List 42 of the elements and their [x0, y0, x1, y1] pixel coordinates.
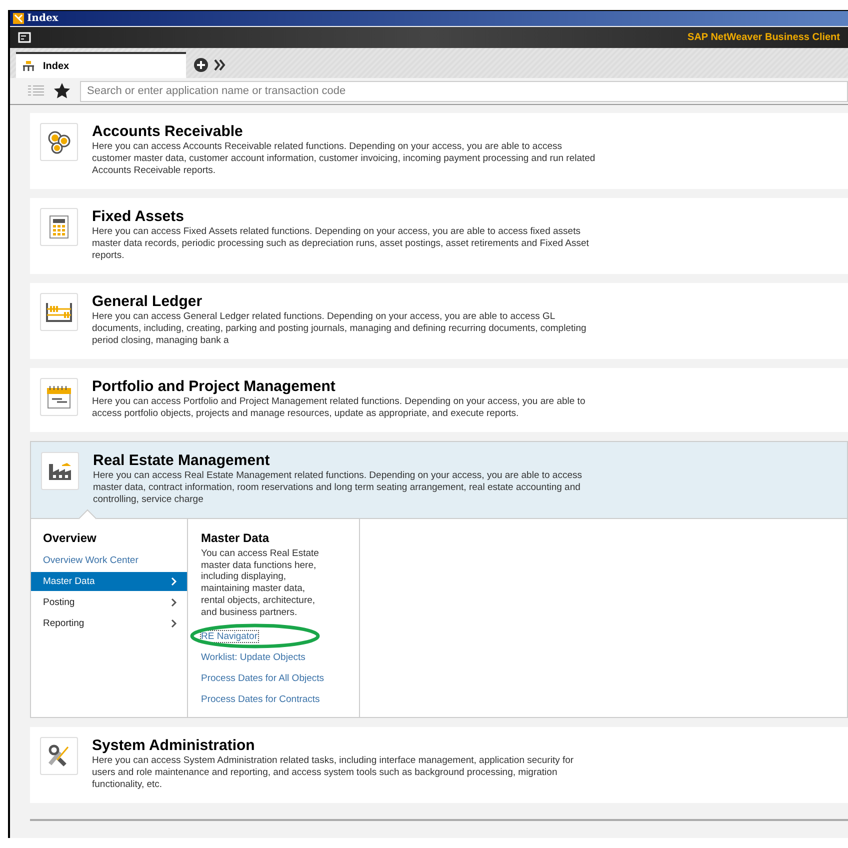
menu-item[interactable]: Reporting	[31, 614, 187, 633]
tools-icon	[47, 744, 71, 768]
area-title[interactable]: Real Estate Management	[93, 452, 598, 469]
star-icon[interactable]	[54, 83, 70, 99]
factory-icon	[47, 460, 73, 482]
coins-icon	[46, 129, 72, 155]
area-description: Here you can access Accounts Receivable related functions. Depending on your access, you are able to access customer master data, customer account information, customer invoicing, incoming payment processing and run related Accounts Receivable reports.	[92, 141, 596, 177]
area-title[interactable]: Portfolio and Project Management	[92, 378, 597, 395]
app-logo-icon	[13, 13, 24, 24]
area-description: Here you can access System Administration related tasks, including interface management, application security for users and role maintenance and reporting, and access system tools such as background processing, migration functionality, etc.	[92, 755, 575, 791]
detail-description: You can access Real Estate master data functions here, including displaying, maintaining master data, rental objects, architecture, and business partners.	[201, 548, 320, 618]
function-link[interactable]: Process Dates for All Objects	[201, 673, 324, 684]
add-tab-icon[interactable]	[194, 58, 208, 72]
menu-item[interactable]: Master Data	[31, 572, 187, 591]
area-description: Here you can access Real Estate Management related functions. Depending on your access, you are able to access master data, contract information, room reservations and long term seating arrangement, real estate accounting and controlling, service charge	[93, 470, 583, 506]
function-link[interactable]: Process Dates for Contracts	[201, 694, 320, 706]
area-title[interactable]: General Ledger	[92, 293, 597, 310]
calculator-icon	[49, 215, 69, 239]
tab[interactable]: Index	[16, 52, 186, 78]
chevron-right-icon	[171, 598, 177, 607]
area-title[interactable]: Fixed Assets	[92, 208, 597, 225]
area-title[interactable]: Accounts Receivable	[92, 123, 597, 140]
area-description: Here you can access Portfolio and Project Management related functions. Depending on your access, you are able to access portfolio objects, projects and manage resources, update as appropriate, and execute reports.	[92, 396, 586, 420]
double-chevron-icon[interactable]	[214, 59, 226, 71]
menu-item[interactable]: Overview Work Center	[31, 551, 187, 570]
area-description: Here you can access Fixed Assets related functions. Depending on your access, you are able to access fixed assets master data records, periodic processing such as depreciation runs, asset postings, asset retirements and Fixed Asset reports.	[92, 226, 590, 262]
area-description: Here you can access General Ledger related functions. Depending on your access, you are able to access GL documents, including, creating, parking and posting journals, managing and defining recurring documents, completing period closing, managing bank a	[92, 311, 588, 347]
detail-title: Master Data	[201, 531, 270, 545]
function-link[interactable]: Worklist: Update Objects	[201, 652, 306, 664]
hierarchy-icon	[22, 60, 35, 72]
menu-item[interactable]: Posting	[31, 593, 187, 612]
menu-heading: Overview	[42, 531, 98, 545]
calendar-icon	[45, 384, 73, 410]
chevron-right-icon	[171, 577, 177, 586]
window-title: Index	[27, 13, 58, 24]
area-title[interactable]: System Administration	[92, 737, 597, 754]
abacus-icon	[45, 301, 73, 323]
function-link[interactable]: RE Navigator	[201, 631, 258, 642]
brand-name: SAP NetWeaver Business Client	[688, 32, 840, 43]
chevron-right-icon	[171, 619, 177, 628]
menu-icon[interactable]	[18, 32, 31, 43]
search-field[interactable]: Search or enter application name or transaction code	[80, 80, 848, 102]
